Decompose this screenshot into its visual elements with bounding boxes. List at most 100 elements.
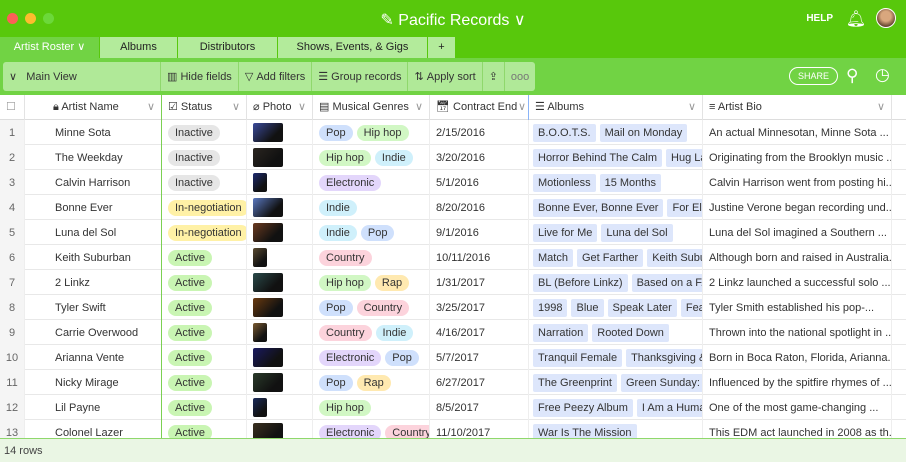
photo-cell[interactable] xyxy=(247,345,313,370)
column-header-artist-bio[interactable]: ≡ Artist Bio ∨ xyxy=(703,95,892,120)
photo-cell[interactable] xyxy=(247,120,313,145)
artist-bio-cell[interactable]: Luna del Sol imagined a Southern ... xyxy=(703,220,892,245)
genres-cell[interactable]: Country Indie xyxy=(313,320,430,345)
albums-cell[interactable]: Horror Behind The CalmHug Land xyxy=(529,145,703,170)
chevron-down-icon[interactable]: ∨ xyxy=(518,95,526,120)
status-cell[interactable]: Active xyxy=(162,395,247,420)
photo-thumbnail[interactable] xyxy=(253,323,267,342)
status-cell[interactable]: Inactive xyxy=(162,120,247,145)
album-link[interactable]: Based on a F.A.L xyxy=(631,273,702,292)
artist-name-cell[interactable]: Lil Payne xyxy=(25,395,162,420)
table-row[interactable]: 13 Colonel Lazer Active Electronic Country 11… xyxy=(0,420,906,438)
status-cell[interactable]: Inactive xyxy=(162,145,247,170)
export-button[interactable]: ⇪ xyxy=(483,62,505,91)
status-cell[interactable]: Active xyxy=(162,420,247,438)
albums-cell[interactable]: Bonne Ever, Bonne EverFor Ella, F xyxy=(529,195,703,220)
table-row[interactable]: 11 Nicky Mirage Active Pop Rap 6/27/2017 The G… xyxy=(0,370,906,395)
artist-name-cell[interactable]: Calvin Harrison xyxy=(25,170,162,195)
table-row[interactable]: 10 Arianna Vente Active Electronic Pop 5/7/20… xyxy=(0,345,906,370)
album-link[interactable]: Narration xyxy=(533,323,589,342)
tab-shows-events-gigs[interactable]: Shows, Events, & Gigs xyxy=(278,37,428,58)
photo-thumbnail[interactable] xyxy=(253,223,283,242)
photo-thumbnail[interactable] xyxy=(253,398,267,417)
artist-bio-cell[interactable]: 2 Linkz launched a successful solo ... xyxy=(703,270,892,295)
artist-bio-cell[interactable]: Thrown into the national spotlight in ..… xyxy=(703,320,892,345)
column-header-artist-name[interactable]: 🔒︎ Artist Name ∨ xyxy=(25,95,162,120)
album-link[interactable]: Bonne Ever, Bonne Ever xyxy=(533,198,664,217)
photo-thumbnail[interactable] xyxy=(253,373,283,392)
albums-cell[interactable]: MatchGet FartherKeith Suburba xyxy=(529,245,703,270)
artist-name-cell[interactable]: The Weekday xyxy=(25,145,162,170)
artist-name-cell[interactable]: Keith Suburban xyxy=(25,245,162,270)
photo-thumbnail[interactable] xyxy=(253,148,283,167)
album-link[interactable]: 15 Months xyxy=(599,173,661,192)
chevron-down-icon[interactable]: ∨ xyxy=(688,95,696,120)
albums-cell[interactable]: Tranquil FemaleThanksgiving & Ch xyxy=(529,345,703,370)
album-link[interactable]: Keith Suburba xyxy=(647,248,702,267)
album-link[interactable]: Luna del Sol xyxy=(601,223,673,242)
row-number-cell[interactable]: 4 xyxy=(0,195,25,220)
album-link[interactable]: 1998 xyxy=(533,298,568,317)
genres-cell[interactable]: Country xyxy=(313,245,430,270)
status-cell[interactable]: Active xyxy=(162,270,247,295)
photo-cell[interactable] xyxy=(247,195,313,220)
chevron-down-icon[interactable]: ∨ xyxy=(147,95,155,120)
album-link[interactable]: Hug Land xyxy=(666,148,702,167)
photo-thumbnail[interactable] xyxy=(253,348,283,367)
row-number-cell[interactable]: 13 xyxy=(0,420,25,438)
albums-cell[interactable]: Live for Me Luna del Sol xyxy=(529,220,703,245)
artist-name-cell[interactable]: Minne Sota xyxy=(25,120,162,145)
photo-cell[interactable] xyxy=(247,170,313,195)
row-number-cell[interactable]: 7 xyxy=(0,270,25,295)
album-link[interactable]: I Am a Human B xyxy=(636,398,702,417)
view-switcher[interactable]: ∨ Main View xyxy=(3,62,161,91)
artist-name-cell[interactable]: Carrie Overwood xyxy=(25,320,162,345)
genres-cell[interactable]: Electronic xyxy=(313,170,430,195)
genres-cell[interactable]: Hip hop xyxy=(313,395,430,420)
album-link[interactable]: Motionless xyxy=(533,173,596,192)
table-row[interactable]: 6 Keith Suburban Active Country 10/11/2016 Ma… xyxy=(0,245,906,270)
artist-name-cell[interactable]: Nicky Mirage xyxy=(25,370,162,395)
column-header-photo[interactable]: ⌀ Photo ∨ xyxy=(247,95,313,120)
genres-cell[interactable]: Pop Rap xyxy=(313,370,430,395)
photo-cell[interactable] xyxy=(247,395,313,420)
contract-end-cell[interactable]: 11/10/2017 xyxy=(430,420,529,438)
column-header-contract-end[interactable]: 📅︎ Contract End ∨ xyxy=(430,95,529,120)
status-cell[interactable]: In-negotiation xyxy=(162,195,247,220)
add-filters-button[interactable]: ▽ Add filters xyxy=(239,62,313,91)
genres-cell[interactable]: Indie xyxy=(313,195,430,220)
table-row[interactable]: 12 Lil Payne Active Hip hop 8/5/2017 Free Pee… xyxy=(0,395,906,420)
album-link[interactable]: Rooted Down xyxy=(592,323,669,342)
photo-cell[interactable] xyxy=(247,370,313,395)
contract-end-cell[interactable]: 9/1/2016 xyxy=(430,220,529,245)
avatar[interactable] xyxy=(876,8,896,28)
album-link[interactable]: For Ella, F xyxy=(667,198,702,217)
artist-bio-cell[interactable]: Originating from the Brooklyn music ... xyxy=(703,145,892,170)
history-icon[interactable]: ◷ xyxy=(875,65,890,85)
album-link[interactable]: Live for Me xyxy=(533,223,598,242)
contract-end-cell[interactable]: 3/20/2016 xyxy=(430,145,529,170)
artist-name-cell[interactable]: Colonel Lazer xyxy=(25,420,162,438)
artist-name-cell[interactable]: 2 Linkz xyxy=(25,270,162,295)
row-number-cell[interactable]: 10 xyxy=(0,345,25,370)
genres-cell[interactable]: Pop Hip hop xyxy=(313,120,430,145)
artist-bio-cell[interactable]: Calvin Harrison went from posting hi... xyxy=(703,170,892,195)
artist-bio-cell[interactable]: An actual Minnesotan, Minne Sota ... xyxy=(703,120,892,145)
table-row[interactable]: 9 Carrie Overwood Active Country Indie 4/16/2… xyxy=(0,320,906,345)
contract-end-cell[interactable]: 4/16/2017 xyxy=(430,320,529,345)
album-link[interactable]: Fearful xyxy=(680,298,702,317)
column-header-albums[interactable]: ☰ Albums ∨ xyxy=(529,95,703,120)
photo-thumbnail[interactable] xyxy=(253,423,283,438)
artist-bio-cell[interactable]: Influenced by the spitfire rhymes of ... xyxy=(703,370,892,395)
group-records-button[interactable]: ☰ Group records xyxy=(312,62,409,91)
more-button[interactable]: ooo xyxy=(505,62,535,91)
chevron-down-icon[interactable]: ∨ xyxy=(298,95,306,120)
table-row[interactable]: 3 Calvin Harrison Inactive Electronic 5/1/20… xyxy=(0,170,906,195)
album-link[interactable]: B.O.O.T.S. xyxy=(533,123,596,142)
row-number-cell[interactable]: 5 xyxy=(0,220,25,245)
row-number-cell[interactable]: 1 xyxy=(0,120,25,145)
photo-thumbnail[interactable] xyxy=(253,248,267,267)
artist-bio-cell[interactable]: One of the most game-changing ... xyxy=(703,395,892,420)
photo-thumbnail[interactable] xyxy=(253,273,283,292)
base-title[interactable]: ✎ Pacific Records ∨ xyxy=(0,10,906,30)
